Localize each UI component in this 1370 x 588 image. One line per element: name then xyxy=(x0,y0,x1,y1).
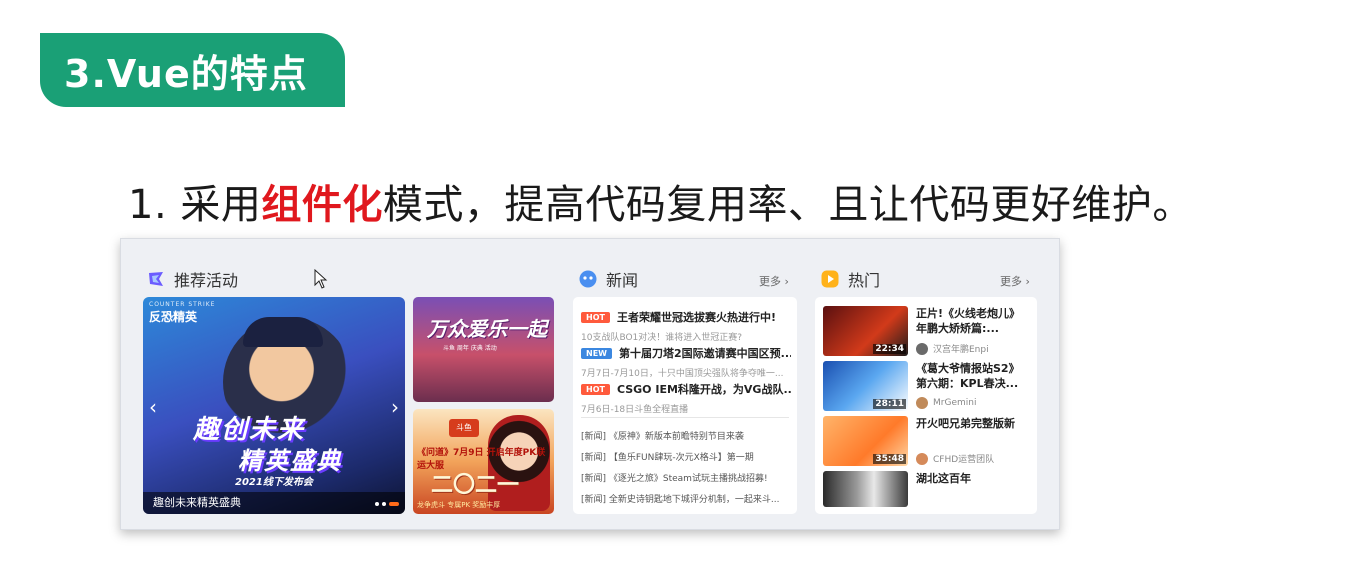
video-thumbnail[interactable]: 22:34 xyxy=(823,306,908,356)
banner3-tag: 斗鱼 xyxy=(449,419,479,437)
slide-title-badge: 3.Vue的特点 xyxy=(40,33,345,107)
hot-heading: 热门 xyxy=(821,267,880,291)
news-tag: HOT xyxy=(581,311,610,323)
banner-subline: 2021线下发布会 xyxy=(235,477,313,488)
mouse-cursor-icon xyxy=(314,268,328,293)
bullet-suffix: 模式，提高代码复用率、且让代码更好维护。 xyxy=(382,182,1193,228)
hot-heading-label: 热门 xyxy=(848,271,881,290)
news-title: CSGO IEM科隆开战，为VG战队... xyxy=(616,383,791,396)
homepage-screenshot-panel: 推荐活动 COUNTER STRIKE 反恐精英 趣创未来 精英盛典 2021线… xyxy=(120,238,1060,530)
news-tag: NEW xyxy=(581,347,612,359)
video-title[interactable]: 开火吧兄弟完整版新 xyxy=(916,416,1028,431)
banner-headline-2: 精英盛典 xyxy=(238,447,342,475)
news-heading: 新闻 xyxy=(579,267,638,291)
hot-more-link[interactable]: 更多 › xyxy=(1000,273,1030,289)
bullet-highlight: 组件化 xyxy=(261,182,383,228)
avatar xyxy=(916,342,928,355)
banner-next-arrow[interactable]: › xyxy=(391,395,399,419)
recommend-heading-label: 推荐活动 xyxy=(174,271,239,290)
bullet-point: 1. 采用组件化模式，提高代码复用率、且让代码更好维护。 xyxy=(128,172,1193,230)
news-desc: 10支战队BO1对决！谁将进入世冠正赛? xyxy=(581,333,743,343)
news-link[interactable]: [新闻] 《逐光之旅》Steam试玩主播挑战招募! xyxy=(581,471,791,484)
hot-icon xyxy=(821,270,839,288)
hot-video-item[interactable]: 35:48 开火吧兄弟完整版新 CFHD运营团队 xyxy=(823,416,1031,466)
slide-title: 3.Vue的特点 xyxy=(64,51,308,96)
banner-prev-arrow[interactable]: ‹ xyxy=(149,395,157,419)
news-item[interactable]: HOT 王者荣耀世冠选拔赛火热进行中! 10支战队BO1对决！谁将进入世冠正赛? xyxy=(581,309,791,343)
news-desc: 7月6日-18日斗鱼全程直播 xyxy=(581,405,689,415)
news-divider xyxy=(581,417,789,418)
banner-pagination-dots[interactable] xyxy=(375,502,399,506)
banner2-sub: 斗鱼 周年 庆典 活动 xyxy=(443,345,497,352)
banner-logo: COUNTER STRIKE 反恐精英 xyxy=(149,301,216,324)
news-link[interactable]: [新闻] 【鱼乐FUN肆玩-次元X格斗】第一期 xyxy=(581,450,791,463)
news-desc: 7月7日-7月10日，十只中国顶尖强队将争夺唯一... xyxy=(581,369,784,379)
main-banner[interactable]: COUNTER STRIKE 反恐精英 趣创未来 精英盛典 2021线下发布会 … xyxy=(143,297,405,514)
banner3-bottom-text: 龙争虎斗 专属PK 奖励丰厚 xyxy=(417,501,501,509)
news-more-link[interactable]: 更多 › xyxy=(759,273,789,289)
bullet-prefix: 1. 采用 xyxy=(128,182,262,228)
news-heading-label: 新闻 xyxy=(606,271,639,290)
news-tag: HOT xyxy=(581,383,610,395)
news-link[interactable]: [新闻] 全新史诗钥匙地下城评分机制，一起来斗... xyxy=(581,492,791,505)
news-title: 王者荣耀世冠选拔赛火热进行中! xyxy=(616,311,776,324)
banner2-title: 万众爱乐一起 xyxy=(427,317,547,341)
banner-caption: 趣创未来精英盛典 xyxy=(143,492,405,514)
video-title[interactable]: 正片!《火线老炮儿》年鹏大矫矫篇:... xyxy=(916,306,1028,336)
news-title: 第十届刀塔2国际邀请赛中国区预... xyxy=(618,347,791,360)
video-author: MrGemini xyxy=(916,397,976,409)
recommend-heading: 推荐活动 xyxy=(147,267,238,291)
news-item[interactable]: NEW 第十届刀塔2国际邀请赛中国区预... 7月7日-7月10日，十只中国顶尖强… xyxy=(581,345,791,379)
video-title[interactable]: 湖北这百年 xyxy=(916,471,1028,486)
video-duration: 22:34 xyxy=(873,344,906,354)
banner-character-helmet xyxy=(243,317,323,347)
news-card: HOT 王者荣耀世冠选拔赛火热进行中! 10支战队BO1对决！谁将进入世冠正赛? … xyxy=(573,297,797,514)
video-thumbnail[interactable]: 35:48 xyxy=(823,416,908,466)
video-thumbnail[interactable]: 28:11 xyxy=(823,361,908,411)
recommend-icon xyxy=(147,270,165,288)
video-author: 汉宫年鹏Enpi xyxy=(916,342,989,355)
news-link[interactable]: [新闻] 《原神》新版本前瞻特别节目来袭 xyxy=(581,429,791,442)
news-item[interactable]: HOT CSGO IEM科隆开战，为VG战队... 7月6日-18日斗鱼全程直播 xyxy=(581,381,791,415)
avatar xyxy=(916,397,928,409)
activity-banner-2[interactable]: 万众爱乐一起 斗鱼 周年 庆典 活动 xyxy=(413,297,554,402)
hot-video-item[interactable]: 湖北这百年 xyxy=(823,471,1031,507)
hot-video-item[interactable]: 28:11 《葛大爷情报站S2》第六期：KPL春决... MrGemini xyxy=(823,361,1031,411)
video-thumbnail[interactable] xyxy=(823,471,908,507)
video-author: CFHD运营团队 xyxy=(916,452,994,465)
news-icon xyxy=(579,270,597,288)
video-duration: 28:11 xyxy=(873,399,906,409)
hot-video-item[interactable]: 22:34 正片!《火线老炮儿》年鹏大矫矫篇:... 汉宫年鹏Enpi xyxy=(823,306,1031,356)
avatar xyxy=(916,452,928,465)
video-title[interactable]: 《葛大爷情报站S2》第六期：KPL春决... xyxy=(916,361,1028,391)
activity-banner-3[interactable]: 斗鱼 《问道》7月9日 开启年度PK联运大服 二〇二一 龙争虎斗 专属PK 奖励… xyxy=(413,409,554,514)
hot-card: 22:34 正片!《火线老炮儿》年鹏大矫矫篇:... 汉宫年鹏Enpi 28:1… xyxy=(815,297,1037,514)
banner3-big-text: 二〇二一 xyxy=(431,473,520,498)
video-duration: 35:48 xyxy=(873,454,906,464)
